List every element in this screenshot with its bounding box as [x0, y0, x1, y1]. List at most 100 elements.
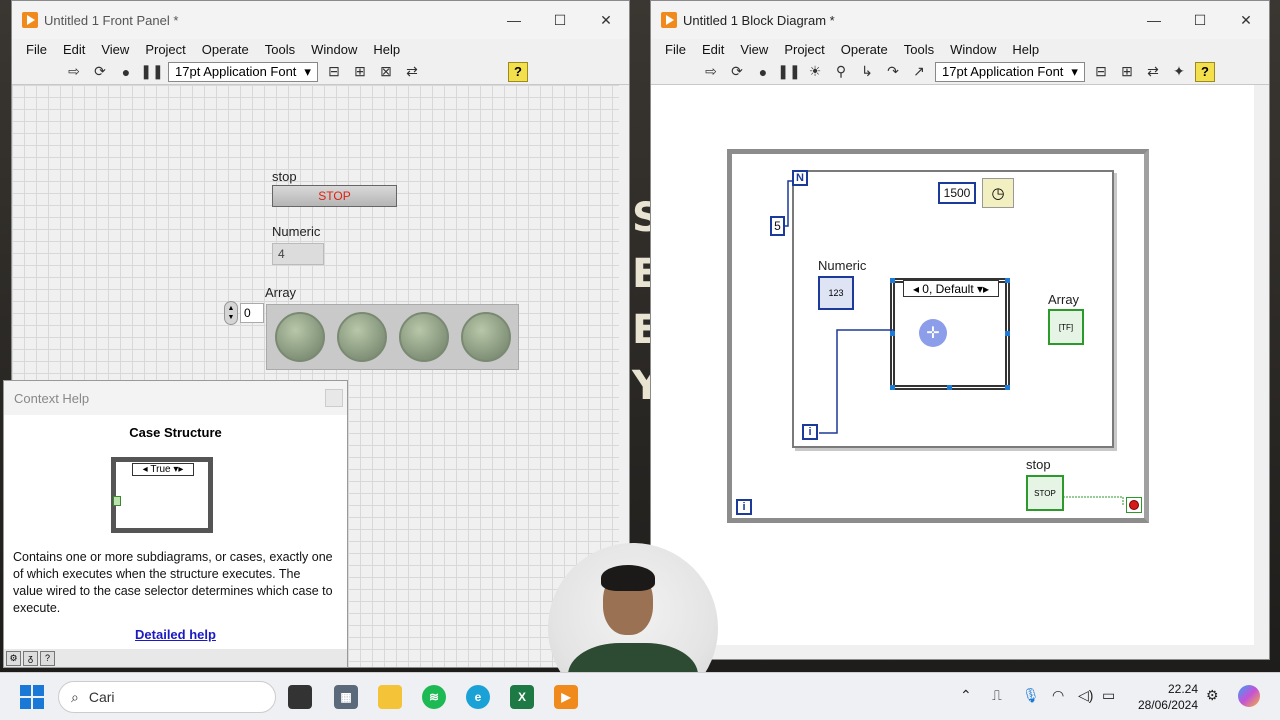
task-view-icon[interactable] — [288, 685, 312, 709]
stop-button[interactable]: STOP — [272, 185, 397, 207]
spotify-icon[interactable]: ≋ — [422, 685, 446, 709]
step-out-icon[interactable]: ↗ — [909, 62, 929, 82]
run-arrow-icon[interactable]: ⇨ — [64, 62, 84, 82]
step-over-icon[interactable]: ↷ — [883, 62, 903, 82]
resize-objects-icon[interactable]: ⊠ — [376, 62, 396, 82]
microphone-icon[interactable]: 🎙 — [1022, 687, 1040, 704]
menu-edit[interactable]: Edit — [55, 42, 93, 57]
font-selector[interactable]: 17pt Application Font ▾ — [168, 61, 318, 82]
case-selector[interactable]: ◂ 0, Default ▾▸ — [903, 280, 999, 297]
menu-window[interactable]: Window — [942, 42, 1004, 57]
menu-operate[interactable]: Operate — [833, 42, 896, 57]
distribute-objects-icon[interactable]: ⊞ — [350, 62, 370, 82]
array-terminal[interactable]: [TF] — [1048, 309, 1084, 345]
reorder-icon[interactable]: ⇄ — [1143, 62, 1163, 82]
distribute-objects-icon[interactable]: ⊞ — [1117, 62, 1137, 82]
block-diagram-titlebar[interactable]: Untitled 1 Block Diagram * — ☐ ✕ — [651, 1, 1269, 39]
step-into-icon[interactable]: ↳ — [857, 62, 877, 82]
file-explorer-icon[interactable] — [378, 685, 402, 709]
menu-edit[interactable]: Edit — [694, 42, 732, 57]
menu-project[interactable]: Project — [137, 42, 193, 57]
calculator-icon[interactable]: ▦ — [334, 685, 358, 709]
chevron-up-icon[interactable]: ⌃ — [960, 687, 972, 704]
close-button[interactable] — [325, 389, 343, 407]
reorder-icon[interactable]: ⇄ — [402, 62, 422, 82]
menu-file[interactable]: File — [657, 42, 694, 57]
align-objects-icon[interactable]: ⊟ — [324, 62, 344, 82]
retain-wire-values-icon[interactable]: ⚲ — [831, 62, 851, 82]
menu-bar: File Edit View Project Operate Tools Win… — [651, 39, 1269, 59]
pause-icon[interactable]: ❚❚ — [140, 62, 163, 82]
abort-icon[interactable]: ● — [116, 62, 136, 82]
resize-handle[interactable] — [947, 385, 952, 390]
usb-icon[interactable]: ⎍ — [992, 687, 1002, 704]
windows-start-icon[interactable] — [20, 685, 44, 709]
resize-handle[interactable] — [890, 385, 895, 390]
wait-ms-function[interactable]: ◷ — [982, 178, 1014, 208]
detailed-help-link[interactable]: Detailed help — [4, 627, 347, 642]
close-button[interactable]: ✕ — [1223, 1, 1269, 39]
minimize-button[interactable]: — — [491, 1, 537, 39]
block-diagram-canvas[interactable]: i N i 1500 ◷ Numeric 123 Array [TF] ◂ 0,… — [651, 85, 1254, 645]
notification-icon[interactable]: ⚙ — [1206, 687, 1219, 704]
edge-browser-icon[interactable]: e — [466, 685, 490, 709]
toolbar: ⇨ ⟳ ● ❚❚ 17pt Application Font ▾ ⊟ ⊞ ⊠ ⇄ … — [12, 59, 629, 85]
context-help-icon[interactable]: ? — [1194, 61, 1215, 82]
resize-handle[interactable] — [890, 278, 895, 283]
copilot-icon[interactable] — [1238, 685, 1260, 707]
stop-terminal[interactable]: STOP — [1026, 475, 1064, 511]
array-index-value[interactable]: 0 — [240, 303, 264, 323]
resize-handle[interactable] — [1005, 331, 1010, 336]
menu-help[interactable]: Help — [1004, 42, 1047, 57]
run-continuously-icon[interactable]: ⟳ — [90, 62, 110, 82]
pause-icon[interactable]: ❚❚ — [777, 62, 800, 82]
taskbar-search[interactable]: ⌕ Cari — [58, 681, 276, 713]
menu-tools[interactable]: Tools — [257, 42, 303, 57]
volume-icon[interactable]: ◁) — [1078, 687, 1093, 704]
battery-icon[interactable]: ▭ — [1102, 687, 1115, 704]
resize-handle[interactable] — [1005, 385, 1010, 390]
minimize-button[interactable]: — — [1131, 1, 1177, 39]
lock-icon[interactable]: ⚙ — [6, 650, 21, 666]
wait-ms-constant[interactable]: 1500 — [938, 182, 976, 204]
for-loop[interactable]: N i 1500 ◷ Numeric 123 Array [TF] ◂ 0, D… — [792, 170, 1114, 448]
menu-window[interactable]: Window — [303, 42, 365, 57]
run-continuously-icon[interactable]: ⟳ — [727, 62, 747, 82]
wifi-icon[interactable]: ◠ — [1052, 687, 1064, 704]
menu-operate[interactable]: Operate — [194, 42, 257, 57]
loop-count-constant[interactable]: 5 — [770, 216, 785, 236]
menu-tools[interactable]: Tools — [896, 42, 942, 57]
run-arrow-icon[interactable]: ⇨ — [701, 62, 721, 82]
menu-help[interactable]: Help — [365, 42, 408, 57]
while-loop[interactable]: i N i 1500 ◷ Numeric 123 Array [TF] ◂ 0,… — [727, 149, 1149, 523]
menu-view[interactable]: View — [732, 42, 776, 57]
front-panel-titlebar[interactable]: Untitled 1 Front Panel * — ☐ ✕ — [12, 1, 629, 39]
labview-taskbar-icon[interactable]: ▶ — [554, 685, 578, 709]
menu-file[interactable]: File — [18, 42, 55, 57]
close-button[interactable]: ✕ — [583, 1, 629, 39]
index-spinner[interactable]: ▲ ▼ — [224, 301, 238, 325]
excel-icon[interactable]: X — [510, 685, 534, 709]
context-help-icon[interactable]: ? — [507, 61, 528, 82]
case-structure[interactable]: ◂ 0, Default ▾▸ ✛ — [890, 278, 1010, 390]
case-selector-text: True — [150, 464, 171, 475]
numeric-terminal[interactable]: 123 — [818, 276, 854, 310]
align-objects-icon[interactable]: ⊟ — [1091, 62, 1111, 82]
highlight-execution-icon[interactable]: ☀ — [805, 62, 825, 82]
abort-icon[interactable]: ● — [753, 62, 773, 82]
array-index-control[interactable]: ▲ ▼ 0 — [224, 301, 264, 325]
show-optional-icon[interactable]: ᵹ — [23, 650, 38, 666]
menu-view[interactable]: View — [93, 42, 137, 57]
system-clock[interactable]: 22.24 28/06/2024 — [1130, 681, 1198, 713]
font-selector[interactable]: 17pt Application Font ▾ — [935, 61, 1085, 82]
maximize-button[interactable]: ☐ — [537, 1, 583, 39]
block-diagram-window: Untitled 1 Block Diagram * — ☐ ✕ File Ed… — [650, 0, 1270, 660]
menu-project[interactable]: Project — [776, 42, 832, 57]
resize-handle[interactable] — [890, 331, 895, 336]
clean-up-diagram-icon[interactable]: ✦ — [1169, 62, 1189, 82]
resize-handle[interactable] — [1005, 278, 1010, 283]
context-help-titlebar[interactable]: Context Help — [4, 381, 347, 415]
loop-condition-terminal[interactable] — [1126, 497, 1142, 513]
help-icon[interactable]: ? — [40, 650, 55, 666]
maximize-button[interactable]: ☐ — [1177, 1, 1223, 39]
